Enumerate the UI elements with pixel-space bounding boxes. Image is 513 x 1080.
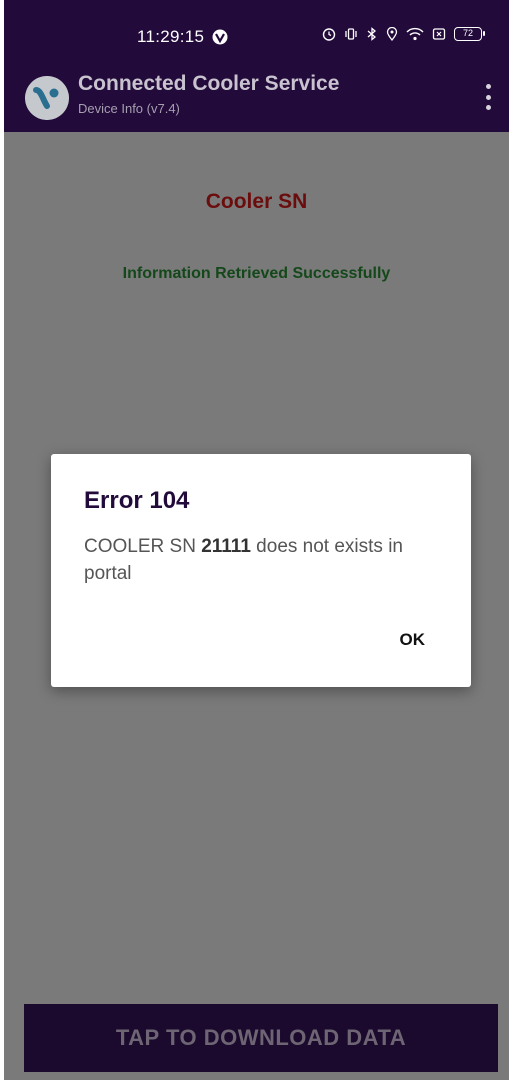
- ok-button[interactable]: OK: [400, 630, 426, 650]
- download-data-button[interactable]: TAP TO DOWNLOAD DATA: [24, 1004, 498, 1072]
- cooler-sn-title: Cooler SN: [205, 190, 308, 213]
- app-logo: [25, 76, 69, 120]
- sim-icon: [432, 28, 446, 40]
- menu-dot: [485, 84, 491, 89]
- cooler-serial: 21111: [201, 536, 251, 557]
- alarm-icon: [322, 28, 336, 41]
- bluetooth-icon: [367, 27, 377, 41]
- status-icons: 72: [322, 27, 485, 41]
- vibrate-icon: [345, 28, 357, 40]
- status-bar: 11:29:15 72: [4, 0, 509, 60]
- menu-dot: [485, 94, 491, 100]
- message-prefix: COOLER SN: [84, 536, 202, 557]
- menu-dot: [485, 105, 491, 110]
- dialog-message: COOLER SN 21111 does not exists in porta…: [84, 533, 424, 587]
- vpn-icon: [212, 29, 228, 45]
- status-time: 11:29:15: [137, 27, 205, 46]
- info-message: Information Retrieved Successfully: [122, 265, 391, 282]
- screen-edge: [509, 0, 513, 1080]
- wifi-icon: [406, 27, 424, 41]
- app-logo-icon: [25, 76, 69, 120]
- phone-screen: 11:29:15 72 Connected Cooler Service Dev…: [4, 0, 509, 1080]
- location-icon: [386, 27, 398, 41]
- overflow-menu-icon[interactable]: [477, 80, 499, 114]
- dialog-title: Error 104: [84, 487, 190, 514]
- battery-icon: 72: [454, 27, 485, 41]
- app-subtitle: Device Info (v7.4): [78, 101, 180, 116]
- app-bar: Connected Cooler Service Device Info (v7…: [4, 60, 509, 132]
- app-title: Connected Cooler Service: [78, 72, 340, 95]
- error-dialog: Error 104 COOLER SN 21111 does not exist…: [51, 454, 471, 687]
